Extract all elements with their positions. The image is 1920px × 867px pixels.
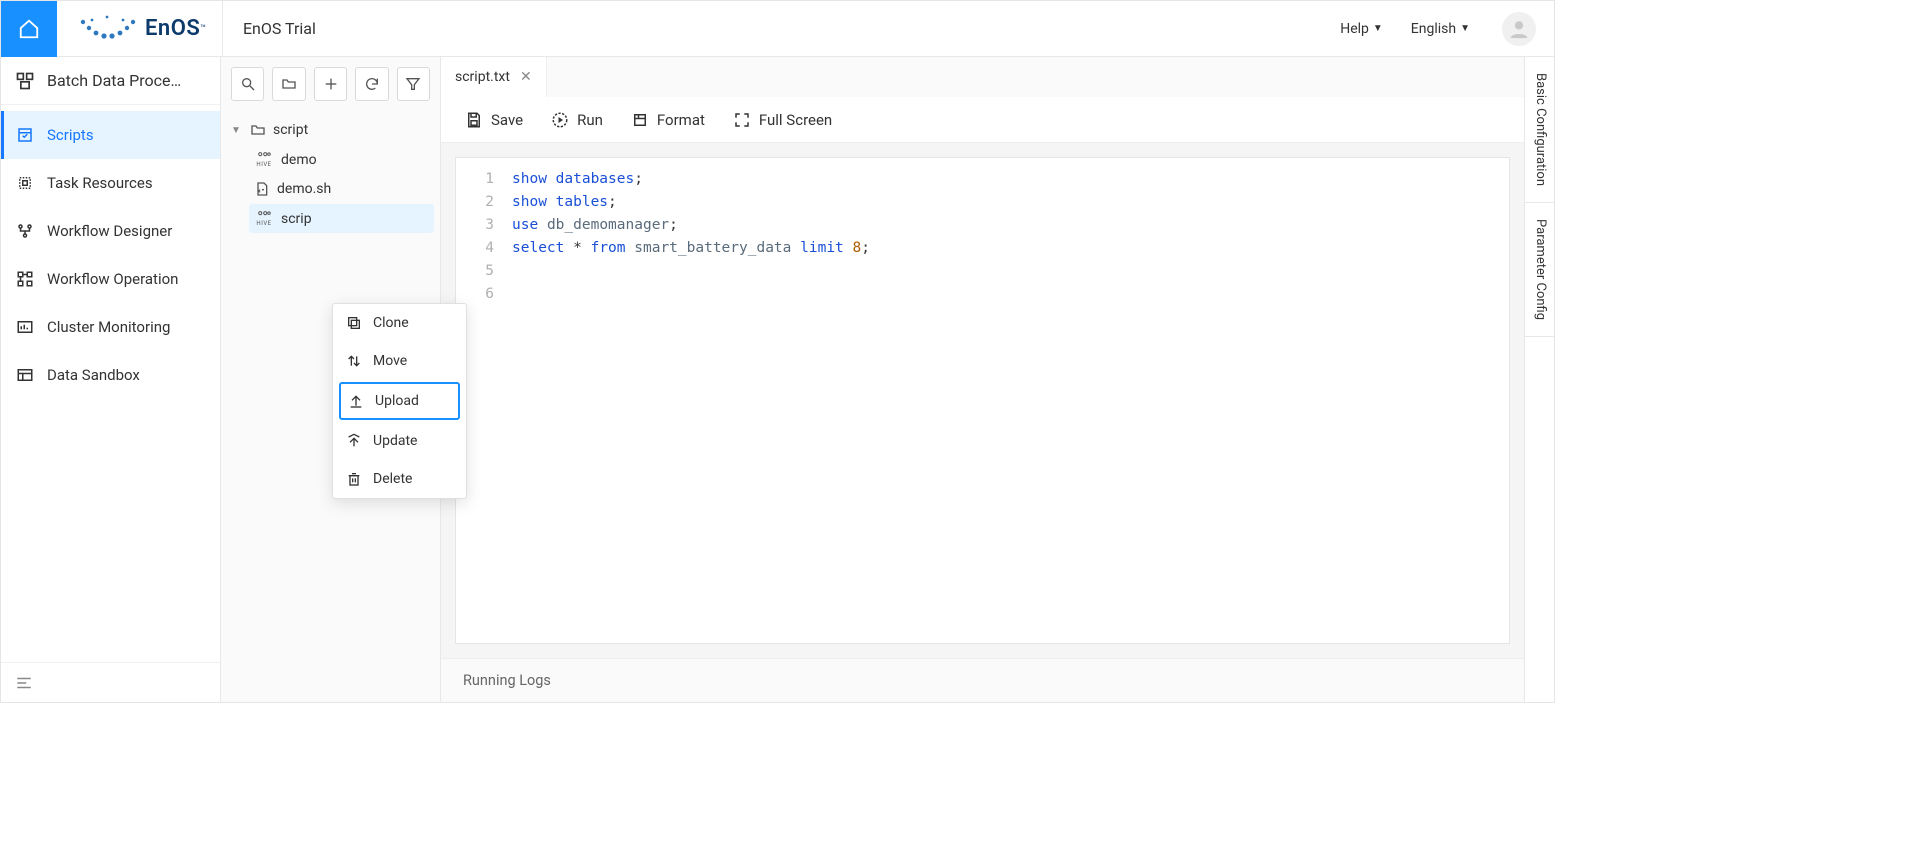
editor-tab[interactable]: script.txt ✕ bbox=[441, 57, 547, 97]
tree-item-label: scrip bbox=[281, 211, 312, 227]
hive-icon: HIVE bbox=[253, 151, 275, 168]
run-icon bbox=[551, 111, 569, 129]
rail-tab-basic-config[interactable]: Basic Configuration bbox=[1525, 57, 1554, 203]
brand-name: EnOS bbox=[145, 16, 200, 41]
editor-tabs: script.txt ✕ bbox=[441, 57, 1524, 97]
ctx-label: Delete bbox=[373, 471, 412, 487]
ctx-label: Upload bbox=[375, 393, 419, 409]
tree-item-label: demo.sh bbox=[277, 181, 331, 197]
home-icon bbox=[18, 18, 40, 40]
ctx-icon bbox=[345, 314, 363, 332]
help-dropdown[interactable]: Help ▼ bbox=[1326, 21, 1397, 37]
search-button[interactable] bbox=[231, 67, 264, 101]
nav-icon bbox=[15, 317, 35, 337]
ctx-label: Move bbox=[373, 353, 407, 369]
nav-item[interactable]: Task Resources bbox=[1, 159, 220, 207]
nav-item[interactable]: Scripts bbox=[1, 111, 220, 159]
nav-label: Workflow Designer bbox=[47, 222, 172, 240]
chevron-down-icon: ▼ bbox=[231, 125, 243, 136]
nav-label: Workflow Operation bbox=[47, 270, 178, 288]
tab-label: script.txt bbox=[455, 69, 510, 85]
home-button[interactable] bbox=[1, 1, 57, 57]
nav-icon bbox=[15, 125, 35, 145]
ctx-icon bbox=[345, 432, 363, 450]
app-title: EnOS Trial bbox=[223, 19, 336, 38]
right-rail: Basic Configuration Parameter Config bbox=[1524, 57, 1554, 702]
context-menu-item[interactable]: Delete bbox=[333, 460, 466, 498]
close-icon[interactable]: ✕ bbox=[520, 69, 532, 85]
chevron-down-icon: ▼ bbox=[1373, 23, 1383, 34]
brand-logo: EnOS™ bbox=[57, 1, 223, 57]
nav-item[interactable]: Workflow Operation bbox=[1, 255, 220, 303]
context-menu-item[interactable]: Clone bbox=[333, 304, 466, 342]
nav-item[interactable]: Workflow Designer bbox=[1, 207, 220, 255]
context-menu-item[interactable]: Update bbox=[333, 422, 466, 460]
nav-icon bbox=[15, 221, 35, 241]
refresh-icon bbox=[364, 76, 380, 92]
nav-item[interactable]: Data Sandbox bbox=[1, 351, 220, 399]
nav-label: Task Resources bbox=[47, 174, 153, 192]
tree-item[interactable]: HIVE scrip bbox=[249, 204, 434, 233]
main-area: Batch Data Proce… Scripts Task Resources W… bbox=[1, 57, 1554, 702]
left-nav: Batch Data Proce… Scripts Task Resources W… bbox=[1, 57, 221, 702]
file-sh-icon bbox=[253, 180, 271, 198]
tree-item[interactable]: demo.sh bbox=[249, 174, 434, 204]
context-menu-item[interactable]: Move bbox=[333, 342, 466, 380]
nav-label: Scripts bbox=[47, 126, 94, 144]
hive-icon: HIVE bbox=[253, 210, 275, 227]
tree-item-label: demo bbox=[281, 152, 317, 168]
nav-label: Data Sandbox bbox=[47, 366, 140, 384]
file-tree: ▼ script HIVE demo demo.shHIVE scrip bbox=[221, 111, 440, 237]
tree-item[interactable]: HIVE demo bbox=[249, 145, 434, 174]
save-button[interactable]: Save bbox=[465, 111, 523, 129]
nav-item[interactable]: Cluster Monitoring bbox=[1, 303, 220, 351]
context-menu: Clone Move Upload Update Delete bbox=[332, 303, 467, 499]
folder-icon bbox=[249, 121, 267, 139]
nav-label: Cluster Monitoring bbox=[47, 318, 170, 336]
editor-area: script.txt ✕ Save Run Format bbox=[441, 57, 1524, 702]
nav-icon bbox=[15, 173, 35, 193]
language-dropdown[interactable]: English ▼ bbox=[1397, 21, 1484, 37]
tree-toolbar bbox=[221, 57, 440, 111]
module-icon bbox=[15, 71, 35, 91]
collapse-nav-button[interactable] bbox=[1, 662, 220, 702]
menu-collapse-icon bbox=[15, 674, 33, 692]
code-editor[interactable]: 123456 show databases; show tables; use … bbox=[455, 157, 1510, 644]
ctx-label: Update bbox=[373, 433, 417, 449]
save-icon bbox=[465, 111, 483, 129]
tree-folder-label: script bbox=[273, 122, 308, 138]
left-nav-header: Batch Data Proce… bbox=[1, 57, 220, 105]
new-folder-button[interactable] bbox=[272, 67, 305, 101]
editor-toolbar: Save Run Format Full Screen bbox=[441, 97, 1524, 143]
plus-icon bbox=[323, 76, 339, 92]
top-bar: EnOS™ EnOS Trial Help ▼ English ▼ bbox=[1, 1, 1554, 57]
filter-button[interactable] bbox=[397, 67, 430, 101]
rail-tab-parameter-config[interactable]: Parameter Config bbox=[1525, 203, 1554, 337]
chevron-down-icon: ▼ bbox=[1460, 23, 1470, 34]
refresh-button[interactable] bbox=[355, 67, 388, 101]
ctx-label: Clone bbox=[373, 315, 409, 331]
code-content[interactable]: show databases; show tables; use db_demo… bbox=[504, 158, 878, 643]
format-icon bbox=[631, 111, 649, 129]
logo-dots-icon bbox=[77, 14, 137, 44]
user-avatar[interactable] bbox=[1502, 12, 1536, 46]
folder-icon bbox=[281, 76, 297, 92]
ctx-icon bbox=[345, 352, 363, 370]
format-button[interactable]: Format bbox=[631, 111, 705, 129]
running-logs-panel[interactable]: Running Logs bbox=[441, 658, 1524, 702]
filter-icon bbox=[405, 76, 421, 92]
run-button[interactable]: Run bbox=[551, 111, 603, 129]
ctx-icon bbox=[345, 470, 363, 488]
tree-folder-script[interactable]: ▼ script bbox=[227, 115, 434, 145]
ctx-icon bbox=[347, 392, 365, 410]
user-icon bbox=[1508, 18, 1530, 40]
fullscreen-button[interactable]: Full Screen bbox=[733, 111, 832, 129]
search-icon bbox=[240, 76, 256, 92]
context-menu-item[interactable]: Upload bbox=[339, 382, 460, 420]
fullscreen-icon bbox=[733, 111, 751, 129]
new-file-button[interactable] bbox=[314, 67, 347, 101]
nav-icon bbox=[15, 269, 35, 289]
nav-icon bbox=[15, 365, 35, 385]
